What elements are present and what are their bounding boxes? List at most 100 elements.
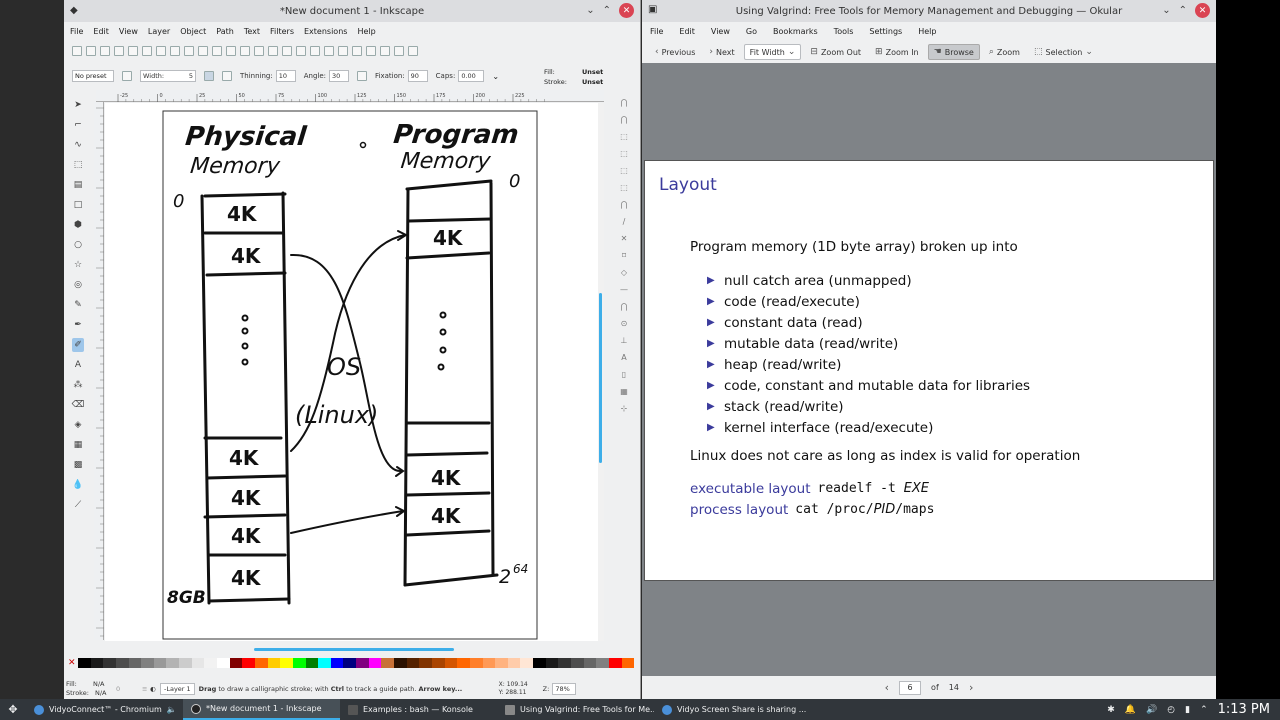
- minimize-icon[interactable]: ⌄: [586, 5, 594, 16]
- task-vidyo-share[interactable]: Vidyo Screen Share is sharing ... 🔈: [654, 699, 811, 720]
- redo-icon[interactable]: [170, 46, 180, 56]
- okular-menu-view[interactable]: View: [711, 27, 730, 36]
- selector-tool-icon[interactable]: ➤: [72, 98, 84, 112]
- okular-maximize-icon[interactable]: ⌃: [1179, 5, 1187, 16]
- palette-swatch[interactable]: [368, 658, 382, 668]
- palette-swatch[interactable]: [191, 658, 205, 668]
- undo-icon[interactable]: [156, 46, 166, 56]
- palette-swatch[interactable]: [394, 658, 407, 668]
- palette-swatch[interactable]: [115, 658, 129, 668]
- zoom-field[interactable]: 78%: [552, 682, 577, 695]
- star-tool-icon[interactable]: ☆: [72, 258, 84, 272]
- okular-menu-settings[interactable]: Settings: [869, 27, 902, 36]
- snap-page-icon[interactable]: ▯: [622, 370, 626, 379]
- paste-icon[interactable]: [212, 46, 222, 56]
- new-icon[interactable]: [72, 46, 82, 56]
- hscroll-thumb[interactable]: [254, 648, 454, 651]
- network-icon[interactable]: ◴: [1167, 705, 1175, 715]
- export-icon[interactable]: [142, 46, 152, 56]
- palette-swatch[interactable]: [204, 658, 218, 668]
- okular-menu-tools[interactable]: Tools: [834, 27, 854, 36]
- snap-bbox-mid-icon[interactable]: ⬚: [620, 166, 628, 175]
- snap-cusp-icon[interactable]: ⌑: [622, 251, 626, 260]
- palette-swatch[interactable]: [545, 658, 559, 668]
- snap-nodes-icon[interactable]: ⋂: [621, 200, 628, 209]
- palette-swatch[interactable]: [482, 658, 496, 668]
- tweak-tool-icon[interactable]: ∿: [72, 138, 84, 152]
- palette-swatch[interactable]: [318, 658, 331, 668]
- browse-button[interactable]: ☚ Browse: [927, 44, 980, 60]
- ungroup-icon[interactable]: [324, 46, 334, 56]
- snap-baseline-icon[interactable]: ⊥: [621, 336, 628, 345]
- rect-tool-icon[interactable]: □: [72, 198, 84, 212]
- palette-swatch[interactable]: [90, 658, 104, 668]
- canvas-vscrollbar[interactable]: [598, 103, 604, 641]
- pen-tool-icon[interactable]: ✒: [72, 318, 84, 332]
- task-inkscape[interactable]: *New document 1 - Inkscape: [183, 699, 340, 720]
- palette-swatch[interactable]: [356, 658, 369, 668]
- vertical-ruler[interactable]: [94, 102, 104, 640]
- palette-swatch[interactable]: [343, 658, 357, 668]
- tilt-icon[interactable]: [357, 71, 367, 81]
- task-konsole[interactable]: Examples : bash — Konsole: [340, 699, 497, 720]
- menu-text[interactable]: Text: [244, 27, 260, 36]
- menu-edit[interactable]: Edit: [93, 27, 109, 36]
- palette-swatch[interactable]: [229, 658, 243, 668]
- text-tool-icon[interactable]: A: [72, 358, 84, 372]
- preset-save-icon[interactable]: [122, 71, 132, 81]
- dropper-tool-icon[interactable]: 💧: [72, 478, 84, 492]
- chromium-audio-icon[interactable]: 🔈: [167, 705, 177, 714]
- cut-icon[interactable]: [198, 46, 208, 56]
- palette-swatch[interactable]: [431, 658, 445, 668]
- more-chevron-icon[interactable]: ⌄: [492, 72, 499, 81]
- palette-swatch[interactable]: [103, 658, 116, 668]
- open-icon[interactable]: [86, 46, 96, 56]
- palette-swatch[interactable]: [533, 658, 546, 668]
- unlink-clone-icon[interactable]: [296, 46, 306, 56]
- 3dbox-tool-icon[interactable]: ⬢: [72, 218, 84, 232]
- align-icon[interactable]: [380, 46, 390, 56]
- gradient-tool-icon[interactable]: ▦: [72, 438, 84, 452]
- palette-swatch[interactable]: [381, 658, 395, 668]
- caps-field[interactable]: 0.00: [458, 70, 485, 82]
- document-view[interactable]: Layout Program memory (1D byte array) br…: [642, 63, 1216, 676]
- palette-swatch[interactable]: [621, 658, 635, 668]
- snap-paths-icon[interactable]: ∕: [623, 217, 626, 226]
- okular-menu-bookmarks[interactable]: Bookmarks: [773, 27, 818, 36]
- palette-swatch[interactable]: [507, 658, 521, 668]
- duplicate-icon[interactable]: [268, 46, 278, 56]
- snap-grid-icon[interactable]: ▦: [620, 387, 628, 396]
- ellipse-tool-icon[interactable]: ○: [72, 238, 84, 252]
- snap-bbox-corner-icon[interactable]: ⬚: [620, 149, 628, 158]
- app-launcher-icon[interactable]: ✥: [0, 703, 26, 716]
- palette-swatch[interactable]: [78, 658, 91, 668]
- palette-swatch[interactable]: [128, 658, 142, 668]
- prev-page-icon[interactable]: ‹: [885, 681, 889, 694]
- palette-swatch[interactable]: [242, 658, 255, 668]
- palette-swatch[interactable]: [217, 658, 230, 668]
- import-icon[interactable]: [128, 46, 138, 56]
- eraser-tool-icon[interactable]: ⌫: [72, 398, 85, 412]
- okular-menu-file[interactable]: File: [650, 27, 663, 36]
- palette-swatch[interactable]: [419, 658, 432, 668]
- snap-midpoints-icon[interactable]: —: [620, 285, 628, 294]
- document-properties-icon[interactable]: [408, 46, 418, 56]
- canvas-hscrollbar[interactable]: [104, 648, 598, 653]
- snap-rotation-icon[interactable]: ⊙: [621, 319, 628, 328]
- task-chromium[interactable]: VidyoConnect™ - Chromium 🔈: [26, 699, 183, 720]
- palette-swatch[interactable]: [495, 658, 508, 668]
- palette-swatch[interactable]: [520, 658, 534, 668]
- menu-path[interactable]: Path: [216, 27, 234, 36]
- okular-menu-edit[interactable]: Edit: [679, 27, 695, 36]
- okular-close-icon[interactable]: ✕: [1195, 3, 1210, 18]
- palette-swatch[interactable]: [608, 658, 622, 668]
- palette-swatch[interactable]: [280, 658, 293, 668]
- menu-view[interactable]: View: [119, 27, 138, 36]
- palette-swatch[interactable]: [570, 658, 584, 668]
- spray-tool-icon[interactable]: ⁂: [72, 378, 84, 392]
- palette-swatch[interactable]: [267, 658, 281, 668]
- opacity-menu-icon[interactable]: ≡: [142, 685, 150, 693]
- spiral-tool-icon[interactable]: ◎: [72, 278, 84, 292]
- xml-editor-icon[interactable]: [366, 46, 376, 56]
- clone-icon[interactable]: [282, 46, 292, 56]
